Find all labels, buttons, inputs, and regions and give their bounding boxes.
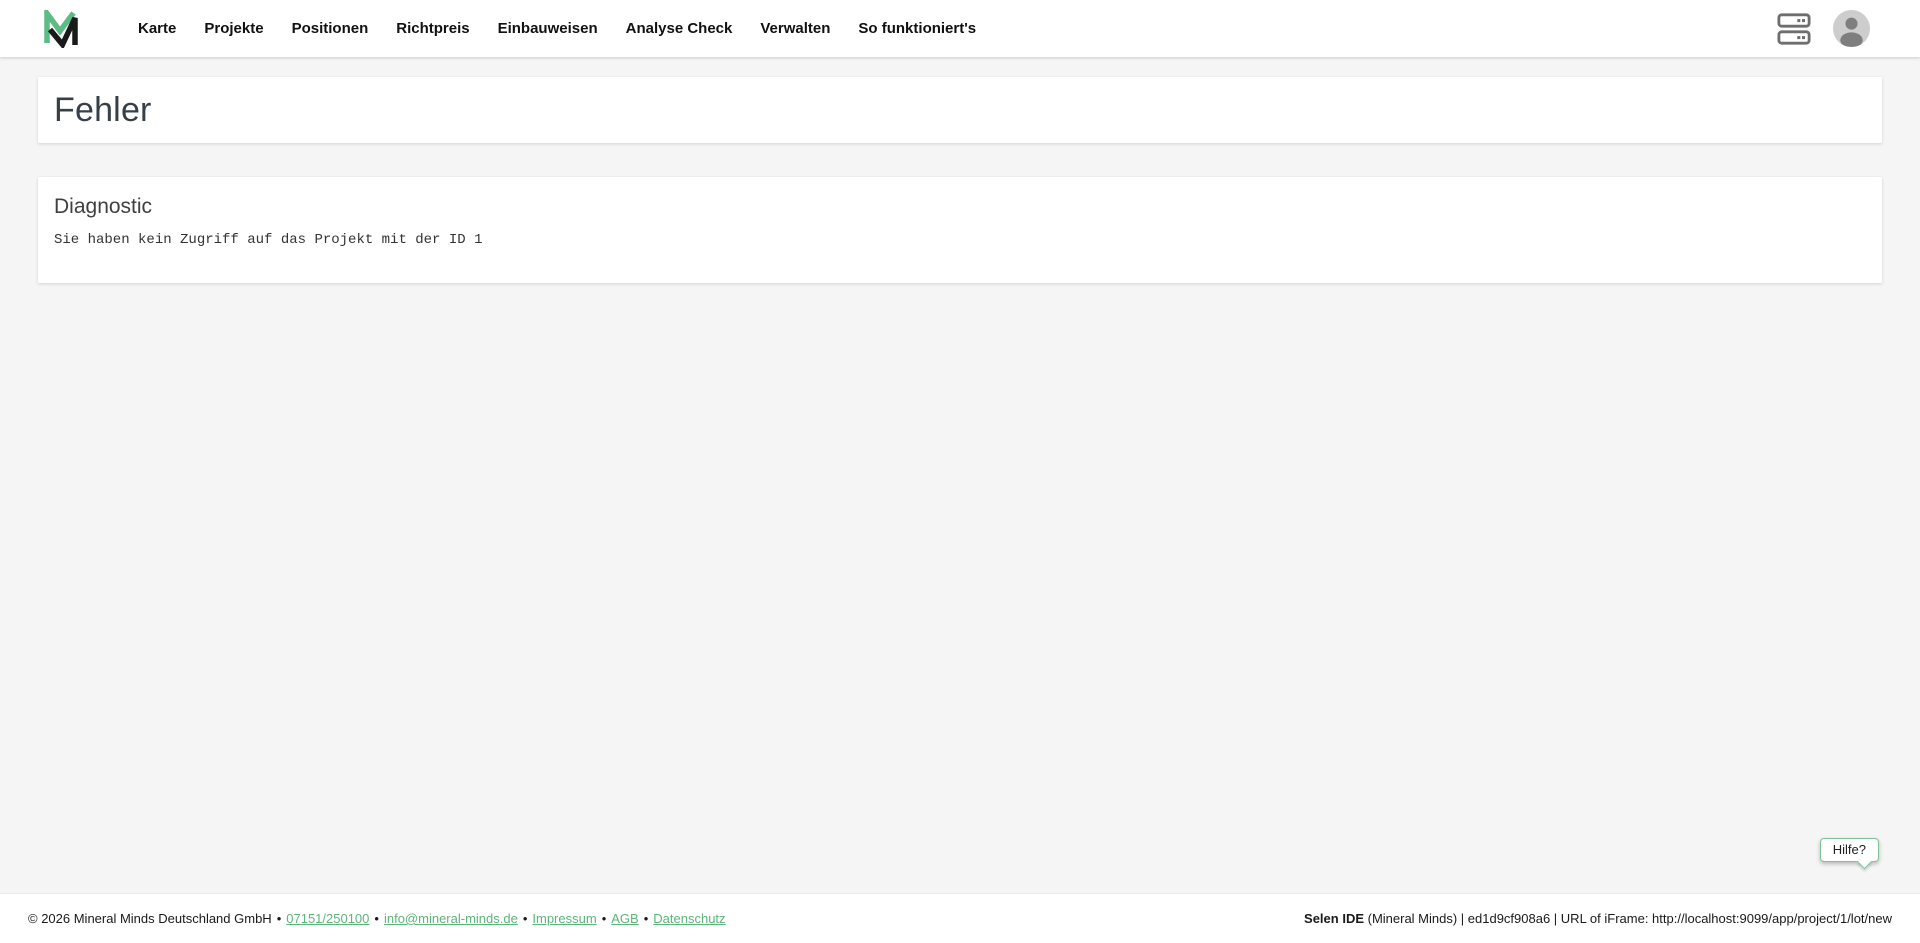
diagnostic-heading: Diagnostic [54,195,1866,219]
nav-item-richtpreis[interactable]: Richtpreis [396,20,469,37]
main-navigation: Karte Projekte Positionen Richtpreis Ein… [138,20,976,37]
footer-link-phone[interactable]: 07151/250100 [286,911,369,926]
diagnostic-message: Sie haben kein Zugriff auf das Projekt m… [54,232,1866,248]
nav-item-einbauweisen[interactable]: Einbauweisen [498,20,598,37]
ide-detail: (Mineral Minds) | ed1d9cf908a6 | URL of … [1364,911,1892,926]
footer-separator: • [602,911,607,926]
nav-item-analyse-check[interactable]: Analyse Check [626,20,733,37]
footer-link-email[interactable]: info@mineral-minds.de [384,911,518,926]
copyright-text: © 2026 Mineral Minds Deutschland GmbH [28,911,272,926]
help-button[interactable]: Hilfe? [1820,838,1879,862]
user-avatar-icon [1833,10,1870,47]
footer: © 2026 Mineral Minds Deutschland GmbH • … [0,893,1920,943]
help-button-label: Hilfe? [1833,842,1866,857]
footer-link-datenschutz[interactable]: Datenschutz [653,911,725,926]
mineral-minds-logo-icon [44,10,78,48]
server-stack-button[interactable] [1777,12,1811,46]
nav-item-positionen[interactable]: Positionen [292,20,369,37]
ide-name: Selen IDE [1304,911,1364,926]
footer-left: © 2026 Mineral Minds Deutschland GmbH • … [28,911,726,926]
footer-separator: • [374,911,379,926]
user-avatar-button[interactable] [1833,10,1870,47]
diagnostic-card: Diagnostic Sie haben kein Zugriff auf da… [38,177,1882,283]
footer-link-impressum[interactable]: Impressum [532,911,596,926]
footer-separator: • [523,911,528,926]
mineral-minds-logo[interactable] [44,10,78,48]
footer-link-agb[interactable]: AGB [611,911,638,926]
nav-item-karte[interactable]: Karte [138,20,176,37]
error-title-card: Fehler [38,77,1882,143]
nav-item-so-funktionierts[interactable]: So funktioniert's [858,20,976,37]
top-navbar: Karte Projekte Positionen Richtpreis Ein… [0,0,1920,57]
footer-right: Selen IDE (Mineral Minds) | ed1d9cf908a6… [1304,911,1892,926]
page-title: Fehler [54,91,152,130]
server-stack-icon [1777,12,1811,46]
footer-separator: • [277,911,282,926]
nav-item-verwalten[interactable]: Verwalten [760,20,830,37]
nav-item-projekte[interactable]: Projekte [204,20,263,37]
main-content: Fehler Diagnostic Sie haben kein Zugriff… [0,57,1920,893]
footer-separator: • [644,911,649,926]
